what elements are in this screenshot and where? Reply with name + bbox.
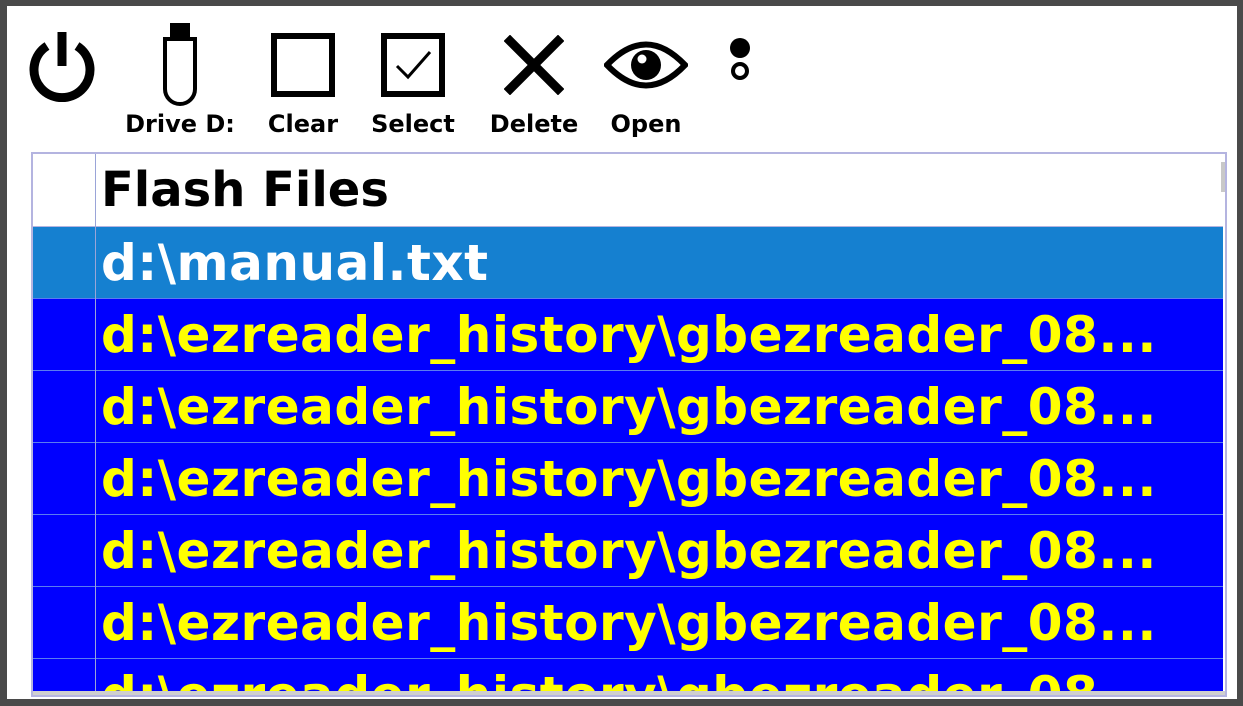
- select-label: Select: [371, 110, 455, 138]
- file-path: d:\manual.txt: [101, 234, 489, 292]
- empty-checkbox-icon: [254, 22, 352, 108]
- power-icon: [22, 22, 102, 108]
- clear-button[interactable]: Clear: [254, 12, 352, 150]
- file-path: d:\ezreader_history\gbezreader_08...: [101, 594, 1157, 652]
- drive-d-label: Drive D:: [125, 110, 235, 138]
- file-row[interactable]: d:\manual.txt: [33, 227, 1223, 299]
- vertical-scrollbar[interactable]: [1221, 162, 1225, 192]
- open-button[interactable]: Open: [600, 12, 692, 150]
- more-dots-icon: [720, 22, 760, 108]
- file-row[interactable]: d:\ezreader_history\gbezreader_08...: [33, 371, 1223, 443]
- clear-label: Clear: [267, 110, 339, 138]
- file-row[interactable]: d:\ezreader_history\gbezreader_08...: [33, 443, 1223, 515]
- power-button[interactable]: [22, 12, 102, 150]
- flash-files-list[interactable]: Flash Files d:\manual.txt d:\ezreader_his…: [31, 152, 1227, 697]
- x-icon: [482, 22, 586, 108]
- open-label: Open: [610, 110, 682, 138]
- file-rows: d:\manual.txt d:\ezreader_history\gbezrea…: [33, 227, 1223, 695]
- file-path: d:\ezreader_history\gbezreader_08...: [101, 306, 1157, 364]
- drive-d-button[interactable]: Drive D:: [118, 12, 242, 150]
- file-path: d:\ezreader_history\gbezreader_08...: [101, 378, 1157, 436]
- file-path: d:\ezreader_history\gbezreader_08...: [101, 450, 1157, 508]
- file-row[interactable]: d:\ezreader_history\gbezreader_08...: [33, 515, 1223, 587]
- delete-button[interactable]: Delete: [482, 12, 586, 150]
- file-row[interactable]: d:\ezreader_history\gbezreader_08...: [33, 299, 1223, 371]
- delete-label: Delete: [489, 110, 579, 138]
- usb-drive-icon: [118, 22, 242, 108]
- file-path: d:\ezreader_history\gbezreader_08...: [101, 522, 1157, 580]
- horizontal-scrollbar[interactable]: [33, 691, 1225, 695]
- toolbar: Drive D: Clear Select Delete Open: [14, 12, 1243, 150]
- checked-checkbox-icon: [362, 22, 464, 108]
- more-button[interactable]: [720, 12, 760, 150]
- app-window: Drive D: Clear Select Delete Open Flash …: [0, 0, 1243, 706]
- eye-icon: [600, 22, 692, 108]
- list-header: Flash Files: [33, 154, 1223, 227]
- file-row[interactable]: d:\ezreader_history\gbezreader_08...: [33, 587, 1223, 659]
- list-header-label: Flash Files: [101, 162, 389, 218]
- row-selector-divider: [95, 154, 96, 695]
- select-button[interactable]: Select: [362, 12, 464, 150]
